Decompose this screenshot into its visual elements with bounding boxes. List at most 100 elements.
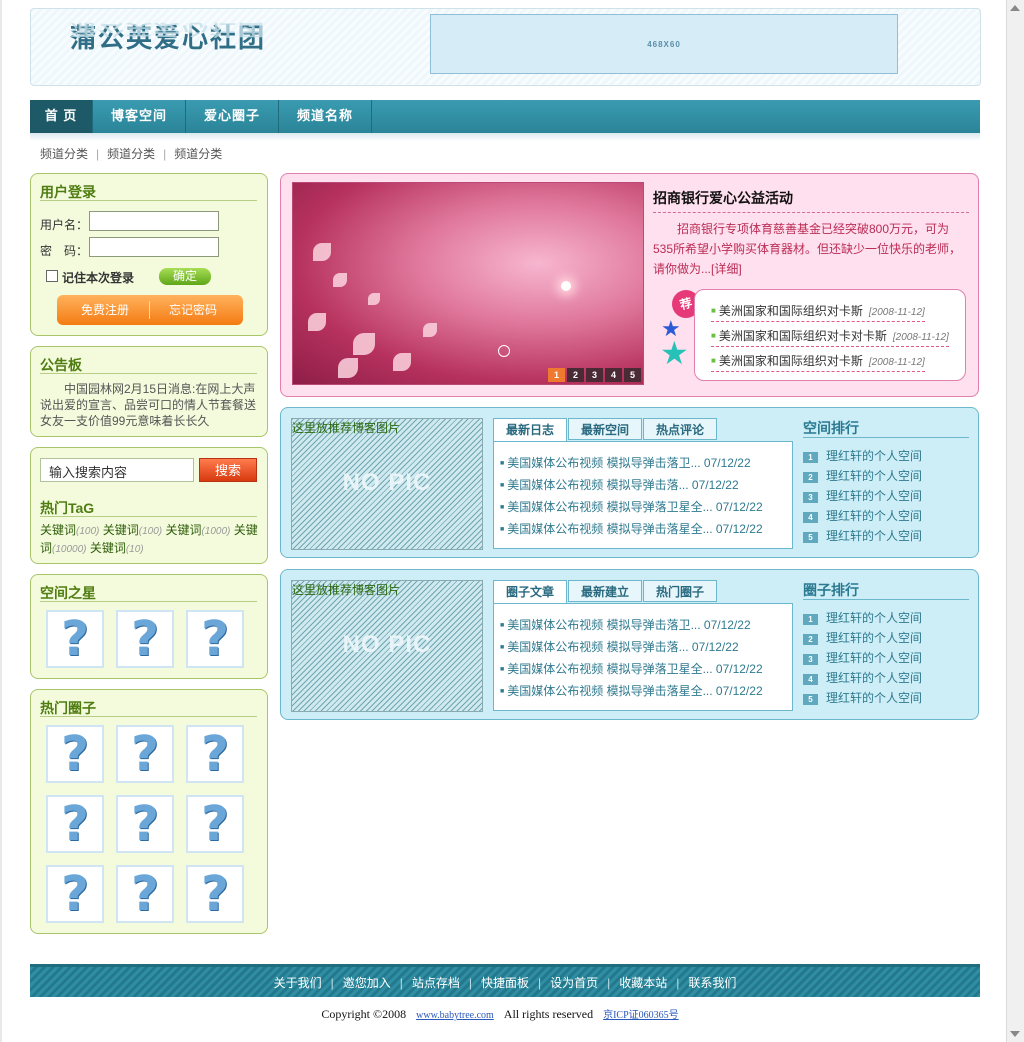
ranking-item[interactable]: 2 理红轩的个人空间 [803,629,922,646]
circle-avatar[interactable]: ? [46,725,104,783]
question-icon: ? [201,611,229,667]
list-item-text: 美国媒体公布视频 模拟导弹击落星全... 07/12/22 [507,522,763,536]
search-button[interactable]: 搜索 [199,458,257,482]
space-stars-box: 空间之星 ? ? ? [30,574,268,679]
list-item[interactable]: ■ 美洲国家和国际组织对卡斯 [2008-11-12] [711,352,925,372]
header-banner-ad[interactable]: 468X60 [430,14,898,74]
footer-link-contact[interactable]: 联系我们 [688,976,736,990]
ranking-item[interactable]: 4 理红轩的个人空间 [803,507,922,524]
featured-title[interactable]: 招商银行爱心公益活动 [653,188,793,208]
circle-avatar[interactable]: ? [186,865,244,923]
pager-button[interactable]: 3 [586,368,603,382]
recommended-circle-image[interactable]: 这里放推荐博客图片 NO PIC [291,580,483,712]
footer-link-about[interactable]: 关于我们 [274,976,322,990]
ranking-item[interactable]: 5 理红轩的个人空间 [803,527,922,544]
rank-number-icon: 5 [803,694,818,705]
nav-item-home[interactable]: 首 页 [30,100,93,133]
password-label: 密 码： [40,244,89,258]
site-link[interactable]: www.babytree.com [416,1010,494,1021]
rank-number-icon: 4 [803,674,818,685]
subnav-item[interactable]: 频道分类 [107,147,155,161]
list-item[interactable]: ■ 美国媒体公布视频 模拟导弹落卫星全... 07/12/22 [500,660,763,677]
list-item[interactable]: ■ 美国媒体公布视频 模拟导弹击落卫... 07/12/22 [500,454,751,471]
search-input[interactable]: 输入搜索内容 [40,458,194,482]
hot-tags-title: 热门TaG [40,500,95,516]
recommended-blog-image[interactable]: 这里放推荐博客图片 NO PIC [291,418,483,550]
tab-latest-logs[interactable]: 最新日志 [493,418,567,442]
footer-link-archive[interactable]: 站点存档 [412,976,460,990]
list-item-text: 美国媒体公布视频 模拟导弹击落... 07/12/22 [507,478,739,492]
footer-link-panel[interactable]: 快捷面板 [481,976,529,990]
list-item[interactable]: ■ 美国媒体公布视频 模拟导弹击落星全... 07/12/22 [500,682,763,699]
pager-button[interactable]: 5 [624,368,641,382]
site-logo-reflection: 蒲公英爱心社团 [70,21,267,39]
subnav-item[interactable]: 频道分类 [174,147,222,161]
tab-hot-circles[interactable]: 热门圈子 [643,580,717,602]
circle-avatar[interactable]: ? [46,865,104,923]
list-item[interactable]: ■ 美国媒体公布视频 模拟导弹击落... 07/12/22 [500,476,739,493]
tag-link[interactable]: 关键词 [90,541,126,555]
footer-link-join[interactable]: 邀您加入 [343,976,391,990]
list-item[interactable]: ■ 美洲国家和国际组织对卡斯 [2008-11-12] [711,302,925,322]
circle-avatar[interactable]: ? [46,795,104,853]
remember-checkbox[interactable] [46,270,58,282]
ranking-item[interactable]: 5 理红轩的个人空间 [803,689,922,706]
circle-avatar[interactable]: ? [116,725,174,783]
tag-link[interactable]: 关键词 [165,523,201,537]
space-star-avatar[interactable]: ? [186,610,244,668]
subnav-item[interactable]: 频道分类 [40,147,88,161]
space-star-avatar[interactable]: ? [116,610,174,668]
tag-link[interactable]: 关键词 [103,523,139,537]
ranking-item[interactable]: 1 理红轩的个人空间 [803,447,922,464]
list-item[interactable]: ■ 美国媒体公布视频 模拟导弹击落星全... 07/12/22 [500,520,763,537]
ranking-item[interactable]: 3 理红轩的个人空间 [803,649,922,666]
tab-circle-articles[interactable]: 圈子文章 [493,580,567,604]
ranking-item[interactable]: 1 理红轩的个人空间 [803,609,922,626]
list-item[interactable]: ■ 美洲国家和国际组织对卡对卡斯 [2008-11-12] [711,327,949,347]
vertical-scrollbar[interactable] [1006,0,1024,1042]
tab-latest-spaces[interactable]: 最新空间 [568,418,642,440]
circle-avatar[interactable]: ? [186,795,244,853]
register-button[interactable]: 免费注册 [81,295,129,325]
tab-hot-comments[interactable]: 热点评论 [643,418,717,440]
ranking-item-label: 理红轩的个人空间 [826,529,923,543]
ranking-item[interactable]: 3 理红轩的个人空间 [803,487,922,504]
footer-link-favorite[interactable]: 收藏本站 [619,976,667,990]
circle-avatar[interactable]: ? [116,865,174,923]
footer-link-homepage[interactable]: 设为首页 [550,976,598,990]
subnav-separator: | [96,147,100,161]
forgot-password-button[interactable]: 忘记密码 [169,295,217,325]
username-input[interactable] [89,211,219,231]
list-item-title: 美洲国家和国际组织对卡对卡斯 [718,329,887,343]
list-item[interactable]: ■ 美国媒体公布视频 模拟导弹击落... 07/12/22 [500,638,739,655]
circle-avatar[interactable]: ? [116,795,174,853]
list-item[interactable]: ■ 美国媒体公布视频 模拟导弹落卫星全... 07/12/22 [500,498,763,515]
space-star-avatar[interactable]: ? [46,610,104,668]
nav-item-blog[interactable]: 博客空间 [93,100,186,133]
featured-detail-link[interactable]: [详细] [711,262,742,276]
question-icon: ? [131,611,159,667]
icp-link[interactable]: 京ICP证060365号 [603,1010,679,1021]
ranking-item[interactable]: 2 理红轩的个人空间 [803,467,922,484]
confirm-button[interactable]: 确定 [159,268,211,285]
scroll-up-icon[interactable] [1010,5,1020,11]
password-input[interactable] [89,237,219,257]
tag-count: (10000) [52,544,87,555]
rank-number-icon: 3 [803,654,818,665]
featured-slideshow[interactable]: 1 2 3 4 5 [292,182,644,385]
nav-item-circles[interactable]: 爱心圈子 [186,100,279,133]
scroll-down-icon[interactable] [1010,1031,1020,1037]
ranking-item-label: 理红轩的个人空间 [826,691,923,705]
flower-decoration [308,313,326,331]
list-item[interactable]: ■ 美国媒体公布视频 模拟导弹击落卫... 07/12/22 [500,616,751,633]
nav-item-channel[interactable]: 频道名称 [279,100,372,133]
ranking-item[interactable]: 4 理红轩的个人空间 [803,669,922,686]
tag-link[interactable]: 关键词 [40,523,76,537]
pager-button[interactable]: 2 [567,368,584,382]
tab-newly-created[interactable]: 最新建立 [568,580,642,602]
divider [40,200,257,201]
divider [803,599,969,600]
pager-button[interactable]: 4 [605,368,622,382]
pager-button[interactable]: 1 [548,368,565,382]
circle-avatar[interactable]: ? [186,725,244,783]
